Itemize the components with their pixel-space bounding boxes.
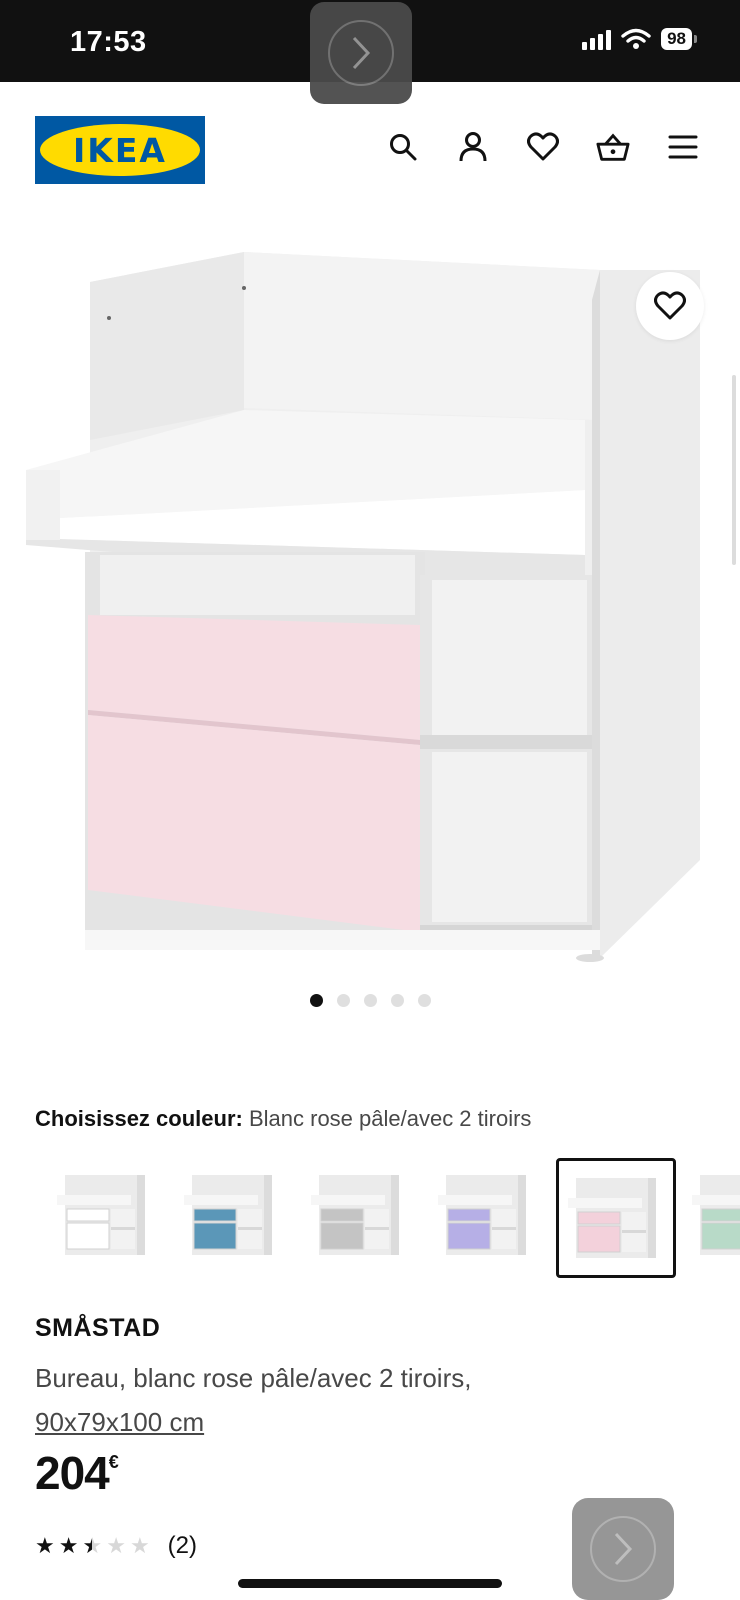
color-swatch[interactable] bbox=[556, 1158, 676, 1278]
header-actions bbox=[386, 130, 700, 164]
color-swatch[interactable] bbox=[302, 1158, 422, 1278]
carousel-dots bbox=[0, 994, 740, 1007]
star-icon: ★ bbox=[106, 1533, 126, 1558]
product-description-block: Bureau, blanc rose pâle/avec 2 tiroirs, … bbox=[35, 1356, 595, 1444]
color-swatch[interactable] bbox=[429, 1158, 549, 1278]
product-image bbox=[26, 252, 700, 962]
heart-icon bbox=[654, 291, 686, 320]
home-indicator[interactable] bbox=[238, 1579, 502, 1588]
logo-text: IKEA bbox=[73, 130, 167, 170]
color-swatches bbox=[48, 1158, 740, 1280]
carousel-dot[interactable] bbox=[390, 994, 404, 1007]
heart-icon[interactable] bbox=[526, 130, 560, 164]
carousel-dot[interactable] bbox=[336, 994, 350, 1007]
image-scrollbar[interactable] bbox=[732, 375, 736, 565]
price-value: 204 bbox=[35, 1447, 110, 1499]
carousel-dot[interactable] bbox=[363, 994, 377, 1007]
review-count[interactable]: (2) bbox=[168, 1532, 197, 1560]
status-indicators: 98 bbox=[582, 28, 697, 50]
search-icon[interactable] bbox=[386, 130, 420, 164]
product-name: SMÅSTAD bbox=[35, 1314, 161, 1342]
carousel-dot[interactable] bbox=[309, 994, 323, 1007]
logo-oval: IKEA bbox=[40, 124, 200, 176]
chevron-right-icon bbox=[352, 36, 371, 70]
price-currency: € bbox=[108, 1452, 119, 1472]
color-swatch[interactable] bbox=[48, 1158, 168, 1278]
star-icon: ★ bbox=[82, 1533, 103, 1558]
menu-icon[interactable] bbox=[666, 130, 700, 164]
favorite-button[interactable] bbox=[636, 272, 704, 340]
star-icon: ★ bbox=[129, 1533, 150, 1558]
basket-icon[interactable] bbox=[596, 130, 630, 164]
chevron-right-icon bbox=[614, 1532, 633, 1566]
color-chooser-label: Choisissez couleur: bbox=[35, 1106, 243, 1131]
cellular-signal-icon bbox=[582, 28, 612, 50]
star-icon: ★ bbox=[58, 1533, 79, 1558]
color-swatch[interactable] bbox=[683, 1158, 740, 1278]
wifi-icon bbox=[621, 28, 651, 49]
product-size-link[interactable]: 90x79x100 cm bbox=[35, 1407, 204, 1437]
ikea-logo[interactable]: IKEA bbox=[35, 116, 205, 184]
product-gallery[interactable] bbox=[0, 200, 740, 980]
color-chooser-value: Blanc rose pâle/avec 2 tiroirs bbox=[248, 1106, 532, 1131]
star-icon: ★ bbox=[35, 1533, 55, 1558]
product-price: 204€ bbox=[35, 1446, 119, 1500]
floating-forward-button[interactable] bbox=[572, 1498, 674, 1600]
product-rating[interactable]: ★ ★ ★ ★ ★ (2) bbox=[35, 1532, 197, 1560]
battery-indicator: 98 bbox=[661, 28, 697, 50]
carousel-dot[interactable] bbox=[417, 994, 431, 1007]
site-header: IKEA bbox=[0, 82, 740, 202]
color-swatch[interactable] bbox=[175, 1158, 295, 1278]
color-chooser-line: Choisissez couleur: Blanc rose pâle/avec… bbox=[35, 1106, 531, 1132]
product-description: Bureau, blanc rose pâle/avec 2 tiroirs, bbox=[35, 1363, 472, 1393]
account-icon[interactable] bbox=[456, 130, 490, 164]
status-time: 17:53 bbox=[70, 26, 147, 58]
